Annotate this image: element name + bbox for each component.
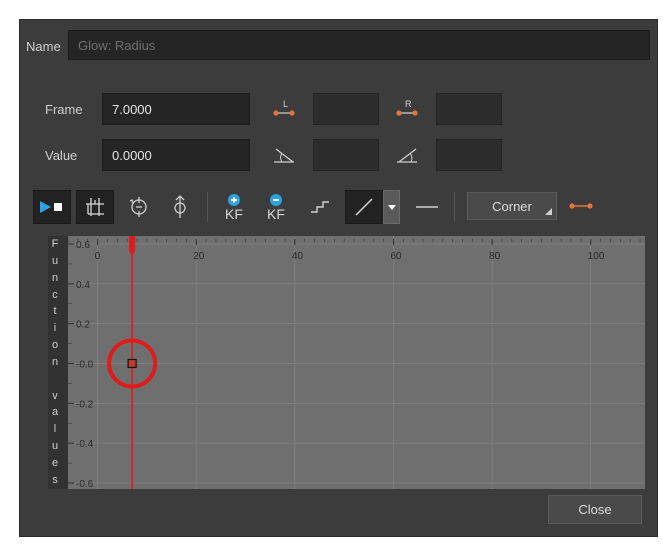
y-tick-label: -0.2 (76, 399, 94, 410)
y-tick-label: -0.6 (76, 479, 94, 489)
add-keyframe-button[interactable]: KF (217, 188, 251, 226)
chevron-down-icon (387, 205, 396, 210)
function-editor-dialog: Name Glow: Radius Frame 7.0000 L R Value… (19, 19, 658, 537)
x-tick-label: 80 (489, 251, 501, 262)
y-tick-label: 0.6 (76, 240, 90, 251)
y-tick-label: 0.2 (76, 320, 90, 331)
toolbar-separator (207, 192, 208, 222)
right-angle-field[interactable] (436, 139, 502, 171)
keyframe-point (127, 358, 137, 369)
right-handle-field[interactable] (436, 93, 502, 125)
left-handle-letter: L (283, 99, 288, 109)
play-icon (40, 201, 62, 213)
right-angle-icon (391, 139, 425, 171)
flat-line-icon (416, 206, 438, 208)
x-tick-label: 60 (390, 251, 402, 262)
frame-label: Frame (45, 102, 83, 117)
handles-link-icon (566, 192, 596, 220)
left-handle-field[interactable] (313, 93, 379, 125)
value-label: Value (45, 148, 78, 163)
x-tick-label: 40 (292, 251, 304, 262)
remove-keyframe-icon (270, 194, 282, 206)
remove-keyframe-button[interactable]: KF (259, 188, 293, 226)
corner-dropdown[interactable]: Corner (467, 192, 557, 220)
anchor-icon (174, 195, 186, 218)
right-handle-icon: R (391, 93, 425, 125)
corner-label: Corner (492, 198, 532, 214)
add-keyframe-icon (228, 194, 240, 206)
left-angle-field[interactable] (313, 139, 379, 171)
constant-segment-button[interactable] (412, 190, 442, 224)
name-field[interactable]: Glow: Radius (68, 30, 650, 60)
y-tick-label: 0.4 (76, 280, 90, 291)
x-tick-label: 0 (95, 251, 101, 262)
interpolation-dropdown[interactable] (383, 190, 400, 224)
y-tick-label: -0.0 (76, 359, 94, 370)
grid-frame-icon (86, 198, 104, 216)
function-graph[interactable]: Function values 0 20 40 60 80 100 0.6 0.4 0.2 -0… (48, 236, 645, 489)
remove-keyframe-label: KF (267, 206, 285, 222)
close-button[interactable]: Close (548, 495, 642, 524)
add-keyframe-label: KF (225, 206, 243, 222)
right-handle-letter: R (405, 99, 412, 109)
step-icon (311, 201, 329, 213)
frame-field[interactable]: 7.0000 (102, 93, 250, 125)
left-handle-icon: L (268, 93, 302, 125)
graph-canvas[interactable]: 0 20 40 60 80 100 0.6 0.4 0.2 -0.0 -0.2 -0.4 -0.6 (48, 236, 645, 489)
x-tick-label: 100 (588, 251, 605, 262)
stepped-interpolation-button[interactable] (303, 190, 337, 224)
play-selection-button[interactable] (33, 190, 71, 224)
y-tick-label: -0.4 (76, 439, 94, 450)
left-angle-icon (268, 139, 302, 171)
dropdown-corner-icon (545, 208, 552, 215)
rotate-icon (129, 197, 147, 217)
close-label: Close (578, 502, 612, 517)
name-label: Name (26, 39, 61, 54)
value-field[interactable]: 0.0000 (102, 139, 250, 171)
rotate-view-button[interactable] (121, 190, 157, 224)
frame-grid-button[interactable] (76, 190, 114, 224)
center-view-button[interactable] (163, 190, 197, 224)
x-tick-label: 20 (193, 251, 205, 262)
linear-interpolation-button[interactable] (345, 190, 383, 224)
linear-icon (355, 198, 373, 216)
toolbar-separator (454, 192, 455, 222)
